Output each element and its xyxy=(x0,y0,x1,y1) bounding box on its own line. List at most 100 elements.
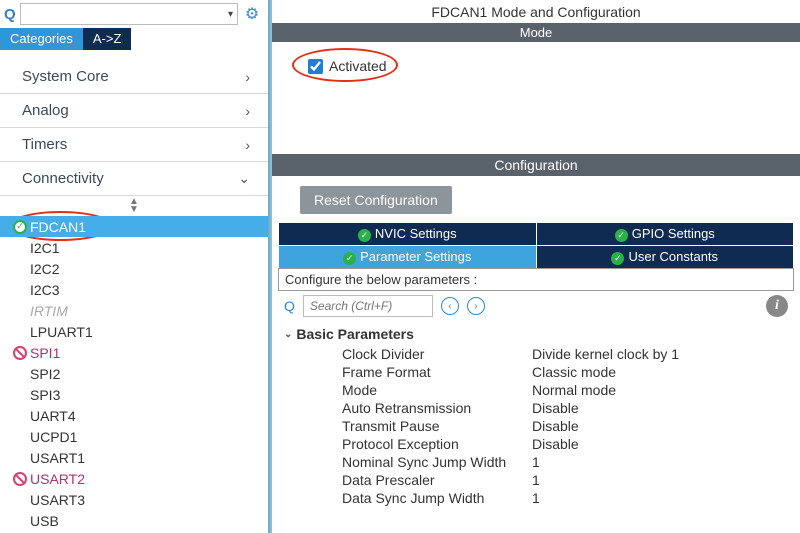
nav-group-label: System Core xyxy=(22,68,109,85)
nav-group-timers[interactable]: Timers › xyxy=(0,128,268,162)
gear-icon[interactable]: ⚙ xyxy=(242,4,262,24)
blocked-status-icon xyxy=(12,472,28,486)
peripheral-i2c1[interactable]: I2C1 xyxy=(0,237,268,258)
param-label: Transmit Pause xyxy=(342,418,532,434)
param-label: Data Sync Jump Width xyxy=(342,490,532,506)
search-combobox[interactable]: ▾ xyxy=(20,3,238,25)
peripheral-usart3[interactable]: USART3 xyxy=(0,489,268,510)
param-frame-format[interactable]: Frame FormatClassic mode xyxy=(284,363,784,381)
peripheral-label: USB xyxy=(30,513,59,529)
nav-group-label: Analog xyxy=(22,102,69,119)
peripheral-irtim[interactable]: IRTIM xyxy=(0,300,268,321)
param-label: Protocol Exception xyxy=(342,436,532,452)
subtab-parameter-settings[interactable]: ✓ Parameter Settings xyxy=(279,246,537,269)
param-clock-divider[interactable]: Clock DividerDivide kernel clock by 1 xyxy=(284,345,784,363)
param-value: Disable xyxy=(532,436,579,452)
search-icon: Q xyxy=(4,6,16,23)
peripheral-i2c2[interactable]: I2C2 xyxy=(0,258,268,279)
peripheral-fdcan1[interactable]: ✓ FDCAN1 xyxy=(0,216,268,237)
chevron-right-icon: › xyxy=(245,69,250,85)
subtab-label: NVIC Settings xyxy=(375,226,457,241)
peripheral-uart4[interactable]: UART4 xyxy=(0,405,268,426)
tab-categories[interactable]: Categories xyxy=(0,28,83,50)
param-data-prescaler[interactable]: Data Prescaler1 xyxy=(284,471,784,489)
category-list: System Core › Analog › Timers › Connecti… xyxy=(0,50,268,531)
right-panel: FDCAN1 Mode and Configuration Mode Activ… xyxy=(272,0,800,533)
mode-section-body: Activated xyxy=(272,42,800,152)
peripheral-label: IRTIM xyxy=(30,303,68,319)
tab-alphabetical[interactable]: A->Z xyxy=(83,28,132,50)
page-title: FDCAN1 Mode and Configuration xyxy=(272,0,800,23)
param-nominal-sync-jump-width[interactable]: Nominal Sync Jump Width1 xyxy=(284,453,784,471)
nav-group-analog[interactable]: Analog › xyxy=(0,94,268,128)
param-group-label: Basic Parameters xyxy=(296,326,414,342)
left-panel: Q ▾ ⚙ Categories A->Z System Core › Anal… xyxy=(0,0,272,533)
param-value: 1 xyxy=(532,454,540,470)
prev-match-button[interactable]: ‹ xyxy=(441,297,459,315)
peripheral-label: SPI3 xyxy=(30,387,60,403)
param-value: Normal mode xyxy=(532,382,616,398)
chevron-right-icon: › xyxy=(245,137,250,153)
param-value: Disable xyxy=(532,400,579,416)
ok-status-icon: ✓ xyxy=(12,220,28,234)
param-transmit-pause[interactable]: Transmit PauseDisable xyxy=(284,417,784,435)
blocked-status-icon xyxy=(12,346,28,360)
peripheral-label: I2C3 xyxy=(30,282,60,298)
param-group-basic-parameters[interactable]: ⌄ Basic Parameters xyxy=(284,323,784,345)
check-icon: ✓ xyxy=(611,252,624,265)
peripheral-label: I2C2 xyxy=(30,261,60,277)
param-value: 1 xyxy=(532,472,540,488)
activated-row[interactable]: Activated xyxy=(308,58,784,74)
subtab-label: Parameter Settings xyxy=(360,249,471,264)
activated-checkbox[interactable] xyxy=(308,59,323,74)
check-icon: ✓ xyxy=(343,252,356,265)
nav-group-system-core[interactable]: System Core › xyxy=(0,60,268,94)
param-data-sync-jump-width[interactable]: Data Sync Jump Width1 xyxy=(284,489,784,507)
peripheral-spi3[interactable]: SPI3 xyxy=(0,384,268,405)
nav-group-label: Timers xyxy=(22,136,67,153)
param-label: Auto Retransmission xyxy=(342,400,532,416)
param-mode[interactable]: ModeNormal mode xyxy=(284,381,784,399)
peripheral-label: SPI2 xyxy=(30,366,60,382)
configuration-section-header: Configuration xyxy=(272,154,800,176)
param-value: Classic mode xyxy=(532,364,616,380)
peripheral-label: USART1 xyxy=(30,450,85,466)
peripheral-label: SPI1 xyxy=(30,345,60,361)
peripheral-lpuart1[interactable]: LPUART1 xyxy=(0,321,268,342)
peripheral-label: LPUART1 xyxy=(30,324,93,340)
param-value: Divide kernel clock by 1 xyxy=(532,346,679,362)
param-label: Clock Divider xyxy=(342,346,532,362)
nav-group-label: Connectivity xyxy=(22,170,104,187)
chevron-right-icon: › xyxy=(245,103,250,119)
peripheral-list: ✓ FDCAN1 I2C1 I2C2 I2C3 IRTIM LPUART1 SP… xyxy=(0,216,268,531)
subtab-nvic-settings[interactable]: ✓NVIC Settings xyxy=(279,223,537,246)
peripheral-usb[interactable]: USB xyxy=(0,510,268,531)
peripheral-label: UART4 xyxy=(30,408,76,424)
subtab-gpio-settings[interactable]: ✓GPIO Settings xyxy=(536,223,794,246)
subtab-user-constants[interactable]: ✓ User Constants xyxy=(536,246,794,269)
peripheral-label: I2C1 xyxy=(30,240,60,256)
param-auto-retransmission[interactable]: Auto RetransmissionDisable xyxy=(284,399,784,417)
peripheral-spi1[interactable]: SPI1 xyxy=(0,342,268,363)
subtab-label: User Constants xyxy=(628,249,718,264)
peripheral-usart1[interactable]: USART1 xyxy=(0,447,268,468)
param-protocol-exception[interactable]: Protocol ExceptionDisable xyxy=(284,435,784,453)
parameters-heading: Configure the below parameters : xyxy=(278,268,794,291)
peripheral-label: USART2 xyxy=(30,471,85,487)
subtab-label: GPIO Settings xyxy=(632,226,715,241)
search-icon: Q xyxy=(284,298,295,314)
info-icon[interactable]: i xyxy=(766,295,788,317)
param-label: Mode xyxy=(342,382,532,398)
peripheral-ucpd1[interactable]: UCPD1 xyxy=(0,426,268,447)
chevron-down-icon: ▾ xyxy=(228,9,233,20)
peripheral-usart2[interactable]: USART2 xyxy=(0,468,268,489)
parameter-search-input[interactable] xyxy=(303,295,433,317)
reset-configuration-button[interactable]: Reset Configuration xyxy=(300,186,452,214)
peripheral-i2c3[interactable]: I2C3 xyxy=(0,279,268,300)
chevron-down-icon: ⌄ xyxy=(284,329,292,340)
nav-group-connectivity[interactable]: Connectivity ⌄ xyxy=(0,162,268,196)
peripheral-spi2[interactable]: SPI2 xyxy=(0,363,268,384)
next-match-button[interactable]: › xyxy=(467,297,485,315)
peripheral-label: UCPD1 xyxy=(30,429,77,445)
sort-arrows-icon[interactable]: ▲▼ xyxy=(0,196,268,216)
